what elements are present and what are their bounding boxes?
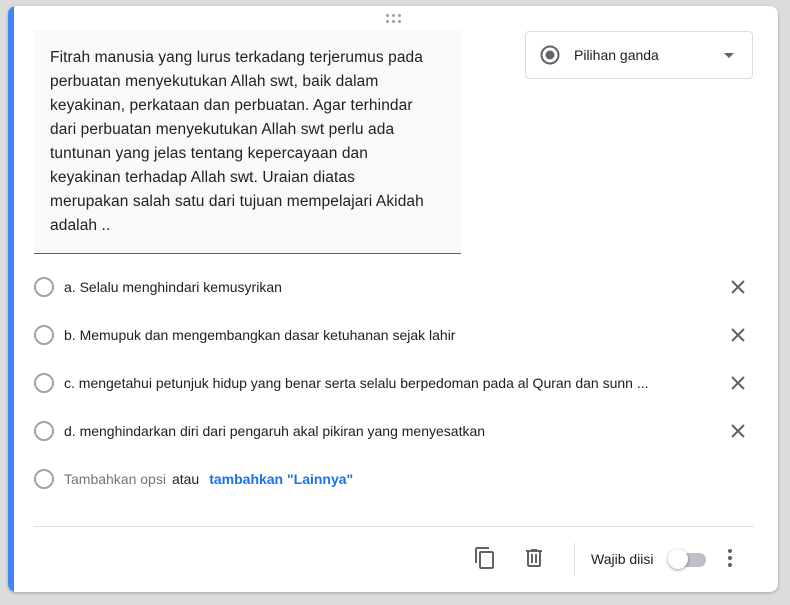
add-option-input[interactable]: Tambahkan opsi [64,471,166,487]
active-card-indicator [8,6,14,592]
drag-handle-icon[interactable] [386,14,404,24]
or-text: atau [171,471,200,487]
footer-divider [34,526,754,527]
option-row: c. mengetahui petunjuk hidup yang benar … [34,368,748,398]
required-toggle[interactable] [668,548,708,572]
option-label[interactable]: a. Selalu menghindari kemusyrikan [64,279,664,295]
remove-option-icon[interactable] [728,277,748,297]
option-label[interactable]: d. menghindarkan diri dari pengaruh akal… [64,423,664,439]
option-label[interactable]: b. Memupuk dan mengembangkan dasar ketuh… [64,327,664,343]
option-row: d. menghindarkan diri dari pengaruh akal… [34,416,748,446]
radio-button-icon [540,45,560,65]
option-label[interactable]: c. mengetahui petunjuk hidup yang benar … [64,375,664,391]
chevron-down-icon [724,52,734,58]
radio-unchecked-icon [34,421,54,441]
toggle-thumb [668,549,688,569]
delete-icon[interactable] [522,546,546,570]
question-card[interactable]: Fitrah manusia yang lurus terkadang terj… [8,6,778,592]
question-text[interactable]: Fitrah manusia yang lurus terkadang terj… [50,46,445,238]
radio-unchecked-icon [34,373,54,393]
remove-option-icon[interactable] [728,373,748,393]
remove-option-icon[interactable] [728,325,748,345]
remove-option-icon[interactable] [728,421,748,441]
option-row: b. Memupuk dan mengembangkan dasar ketuh… [34,320,748,350]
add-option-row: Tambahkan opsi atau tambahkan "Lainnya" [34,464,748,494]
more-options-icon[interactable] [720,546,740,570]
add-other-link[interactable]: tambahkan "Lainnya" [209,471,353,487]
option-row: a. Selalu menghindari kemusyrikan [34,272,748,302]
duplicate-icon[interactable] [473,546,497,570]
radio-unchecked-icon [34,469,54,489]
question-type-dropdown[interactable]: Pilihan ganda [525,31,753,79]
question-type-label: Pilihan ganda [574,47,659,63]
question-title-field[interactable]: Fitrah manusia yang lurus terkadang terj… [34,30,461,254]
required-label: Wajib diisi [591,551,654,567]
radio-unchecked-icon [34,277,54,297]
radio-unchecked-icon [34,325,54,345]
footer-separator [574,543,575,576]
